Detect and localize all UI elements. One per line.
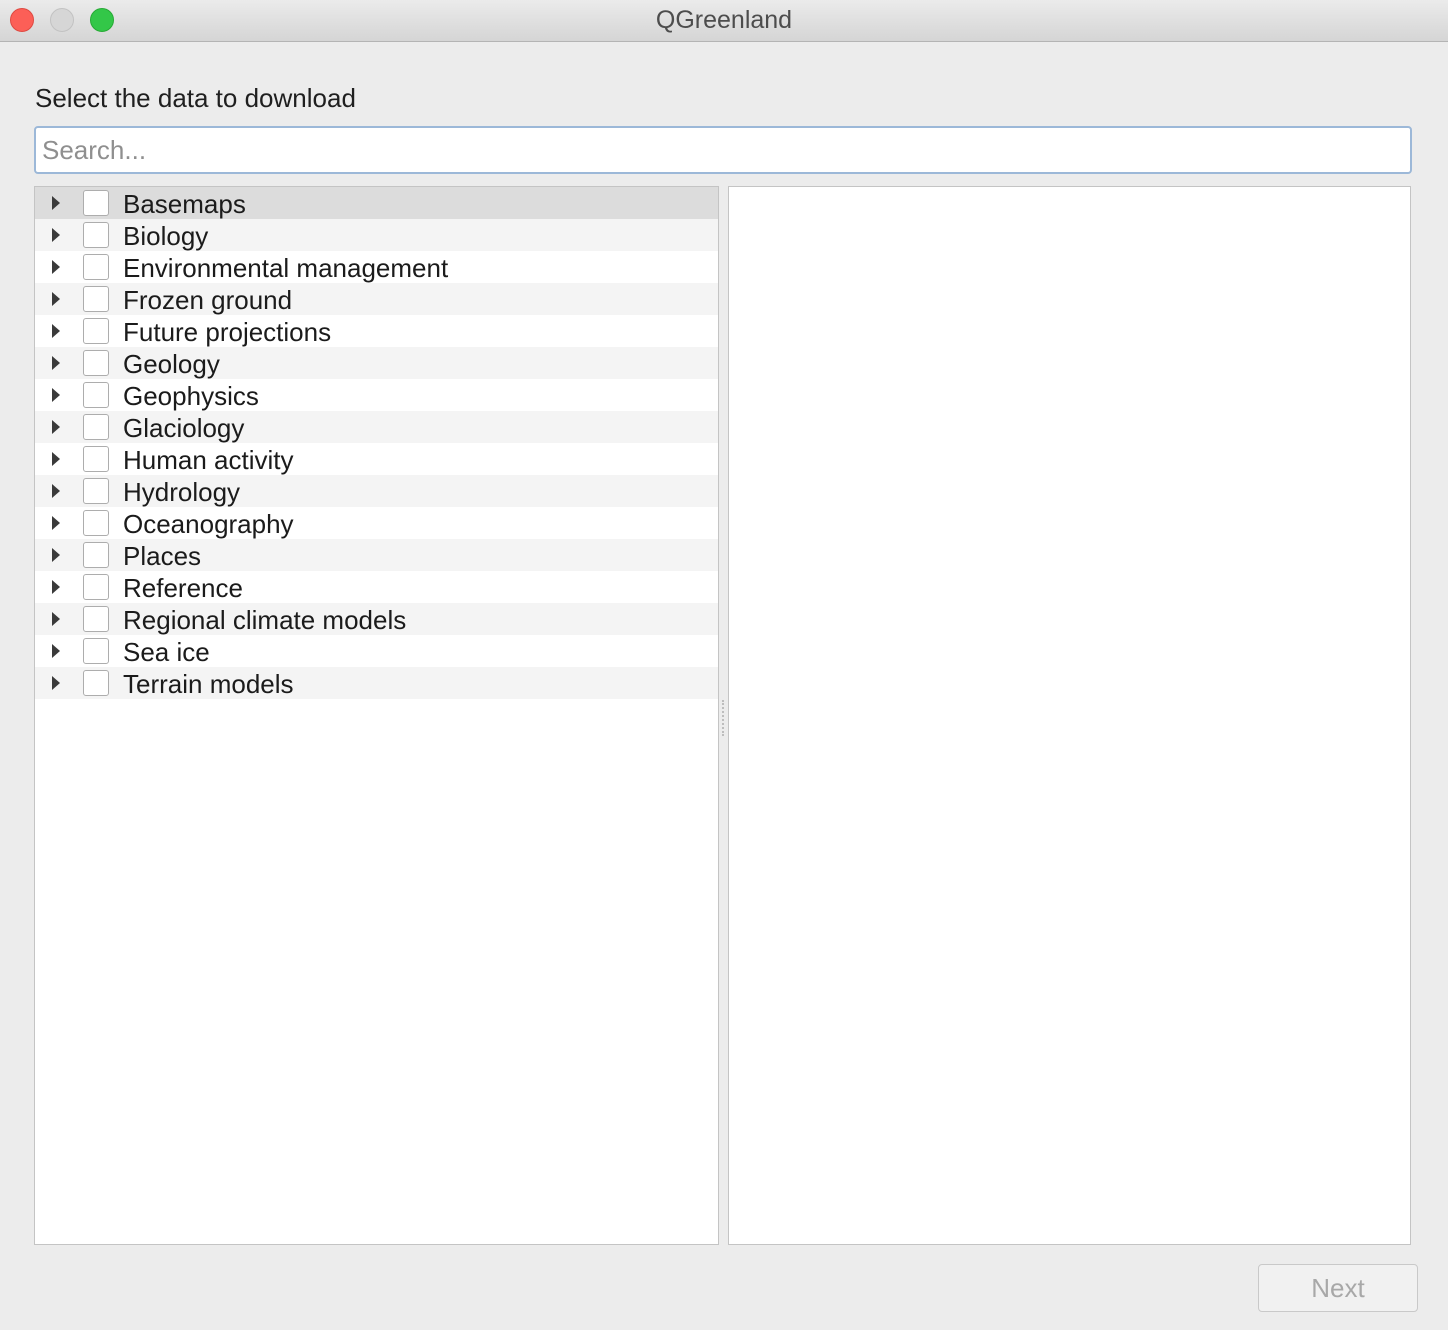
layer-details-panel	[728, 186, 1411, 1245]
tree-row-label: Human activity	[123, 445, 294, 475]
window-title: QGreenland	[655, 6, 793, 34]
tree-row[interactable]: Regional climate models	[35, 603, 718, 635]
page-heading: Select the data to download	[35, 83, 356, 113]
pane-splitter-handle[interactable]	[722, 700, 727, 736]
expand-arrow-icon[interactable]	[52, 676, 60, 690]
tree-row-label: Places	[123, 541, 202, 571]
layer-checkbox[interactable]	[83, 222, 109, 248]
layer-checkbox[interactable]	[83, 286, 109, 312]
tree-row[interactable]: Hydrology	[35, 475, 718, 507]
layer-checkbox[interactable]	[83, 574, 109, 600]
tree-row[interactable]: Oceanography	[35, 507, 718, 539]
expand-arrow-icon[interactable]	[52, 356, 60, 370]
tree-row-label: Future projections	[123, 317, 332, 347]
layer-checkbox[interactable]	[83, 670, 109, 696]
layer-checkbox[interactable]	[83, 414, 109, 440]
expand-arrow-icon[interactable]	[52, 612, 60, 626]
tree-row[interactable]: Environmental management	[35, 251, 718, 283]
tree-row-label: Oceanography	[123, 509, 294, 539]
layer-tree[interactable]: Basemaps Biology Environmental managemen…	[34, 186, 719, 1245]
tree-row[interactable]: Geology	[35, 347, 718, 379]
tree-row[interactable]: Human activity	[35, 443, 718, 475]
tree-row[interactable]: Glaciology	[35, 411, 718, 443]
layer-checkbox[interactable]	[83, 254, 109, 280]
expand-arrow-icon[interactable]	[52, 388, 60, 402]
layer-checkbox[interactable]	[83, 446, 109, 472]
tree-row-label: Geology	[123, 349, 220, 379]
layer-checkbox[interactable]	[83, 382, 109, 408]
next-button[interactable]: Next	[1258, 1264, 1418, 1312]
expand-arrow-icon[interactable]	[52, 644, 60, 658]
search-input[interactable]	[34, 126, 1412, 174]
tree-row-label: Biology	[123, 221, 209, 251]
tree-row[interactable]: Geophysics	[35, 379, 718, 411]
tree-row[interactable]: Places	[35, 539, 718, 571]
expand-arrow-icon[interactable]	[52, 324, 60, 338]
layer-checkbox[interactable]	[83, 542, 109, 568]
title-bar[interactable]: QGreenland	[0, 0, 1448, 42]
tree-row[interactable]: Biology	[35, 219, 718, 251]
expand-arrow-icon[interactable]	[52, 516, 60, 530]
tree-row-label: Sea ice	[123, 637, 210, 667]
tree-row-label: Terrain models	[123, 669, 294, 699]
layer-checkbox[interactable]	[83, 318, 109, 344]
layer-checkbox[interactable]	[83, 478, 109, 504]
expand-arrow-icon[interactable]	[52, 196, 60, 210]
tree-row-label: Reference	[123, 573, 243, 603]
layer-checkbox[interactable]	[83, 606, 109, 632]
tree-row[interactable]: Terrain models	[35, 667, 718, 699]
qgreenland-window: QGreenland Select the data to download B…	[0, 0, 1448, 1330]
tree-row[interactable]: Basemaps	[35, 187, 718, 219]
layer-checkbox[interactable]	[83, 190, 109, 216]
tree-row-label: Hydrology	[123, 477, 241, 507]
tree-row-label: Geophysics	[123, 381, 259, 411]
layer-checkbox[interactable]	[83, 510, 109, 536]
tree-row-label: Glaciology	[123, 413, 245, 443]
tree-row[interactable]: Sea ice	[35, 635, 718, 667]
tree-row-label: Environmental management	[123, 253, 449, 283]
expand-arrow-icon[interactable]	[52, 548, 60, 562]
tree-row-label: Basemaps	[123, 189, 246, 219]
tree-row-label: Regional climate models	[123, 605, 407, 635]
expand-arrow-icon[interactable]	[52, 228, 60, 242]
tree-row[interactable]: Future projections	[35, 315, 718, 347]
layer-checkbox[interactable]	[83, 638, 109, 664]
layer-checkbox[interactable]	[83, 350, 109, 376]
expand-arrow-icon[interactable]	[52, 580, 60, 594]
expand-arrow-icon[interactable]	[52, 260, 60, 274]
expand-arrow-icon[interactable]	[52, 292, 60, 306]
tree-row[interactable]: Reference	[35, 571, 718, 603]
tree-row-label: Frozen ground	[123, 285, 293, 315]
expand-arrow-icon[interactable]	[52, 420, 60, 434]
expand-arrow-icon[interactable]	[52, 452, 60, 466]
expand-arrow-icon[interactable]	[52, 484, 60, 498]
tree-row[interactable]: Frozen ground	[35, 283, 718, 315]
